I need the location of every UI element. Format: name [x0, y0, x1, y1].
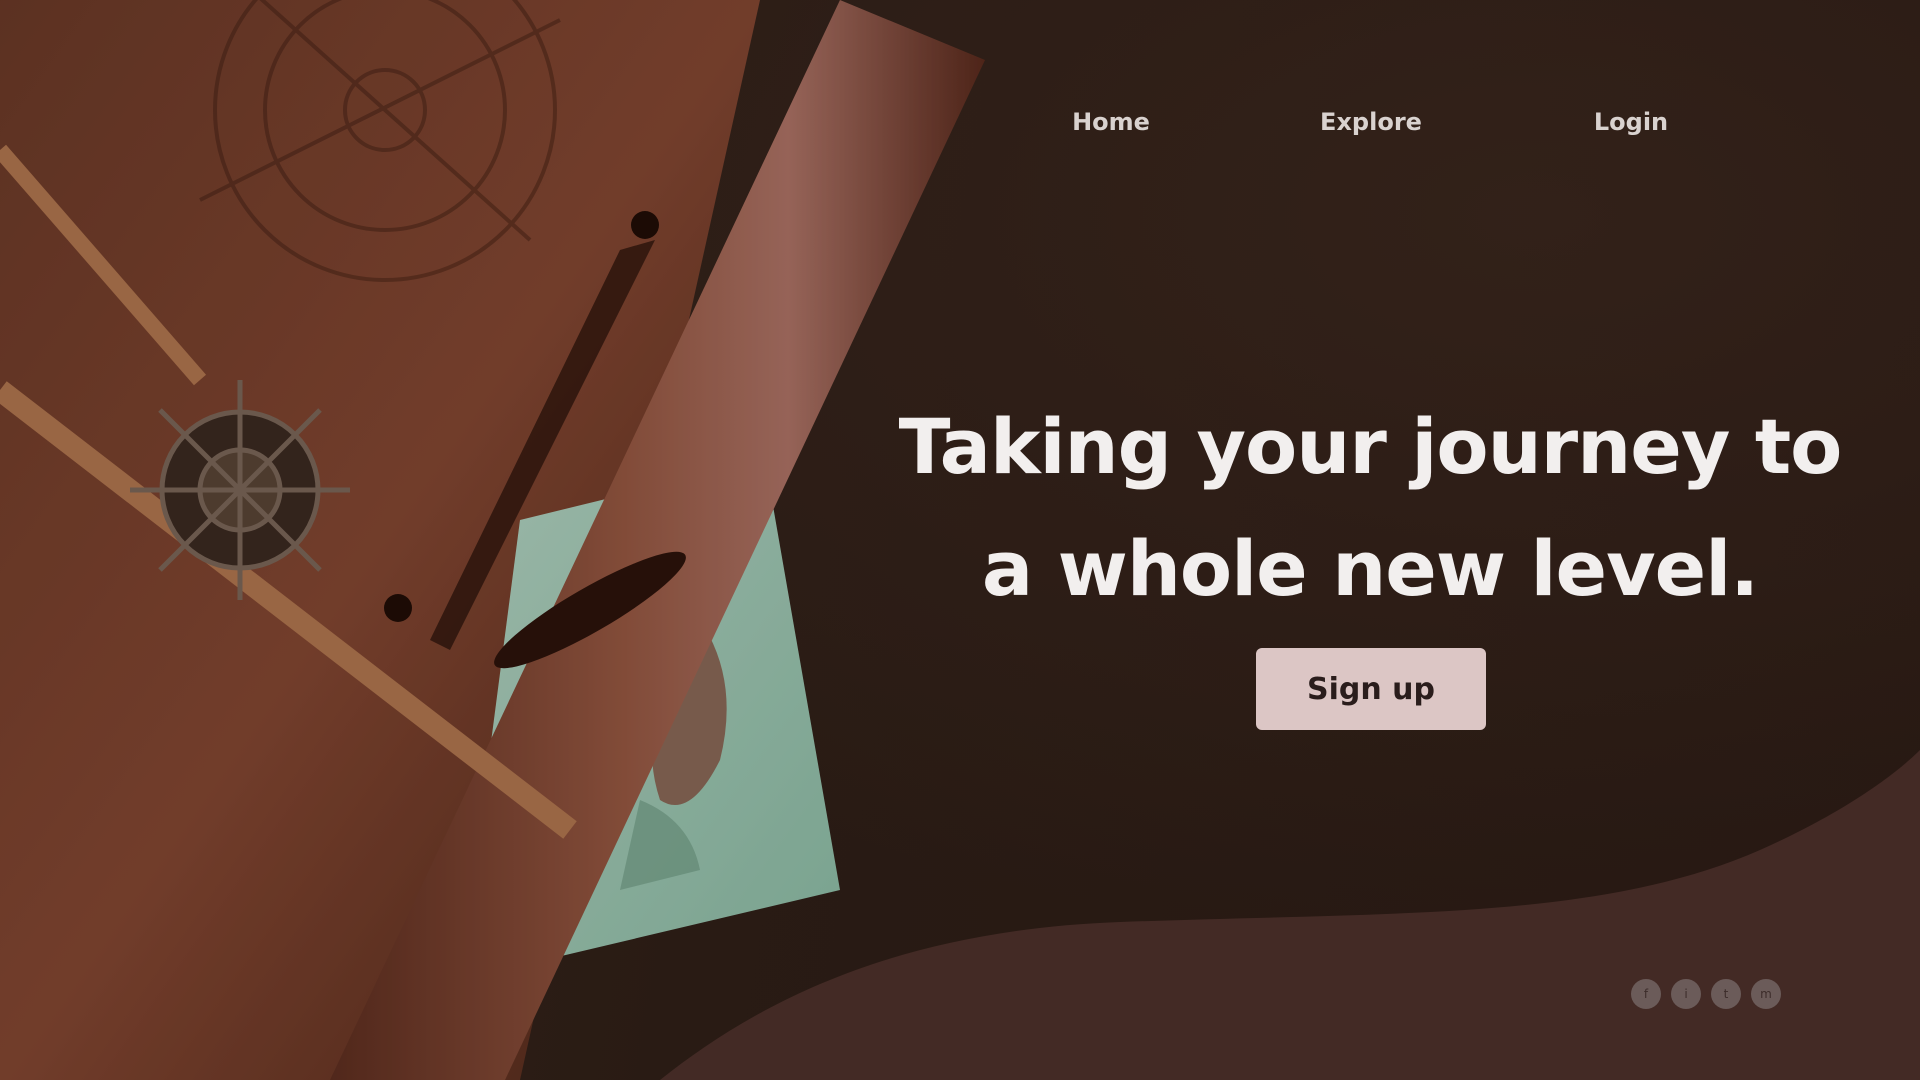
medium-icon[interactable]: m [1751, 979, 1781, 1009]
nav-home-link[interactable]: Home [1072, 108, 1150, 136]
hero-headline-line-2: a whole new level. [981, 524, 1759, 613]
social-links: f i t m [1631, 979, 1781, 1009]
hero-headline-line-1: Taking your journey to [898, 402, 1843, 491]
landing-page: Home Explore Login Taking your journey t… [0, 0, 1920, 1080]
hero-headline: Taking your journey to a whole new level… [880, 386, 1860, 630]
instagram-icon[interactable]: i [1671, 979, 1701, 1009]
top-nav: Home Explore Login [1072, 108, 1668, 148]
twitter-icon[interactable]: t [1711, 979, 1741, 1009]
nav-login-link[interactable]: Login [1594, 108, 1668, 136]
facebook-icon[interactable]: f [1631, 979, 1661, 1009]
nav-explore-link[interactable]: Explore [1320, 108, 1422, 136]
signup-button[interactable]: Sign up [1256, 648, 1486, 730]
